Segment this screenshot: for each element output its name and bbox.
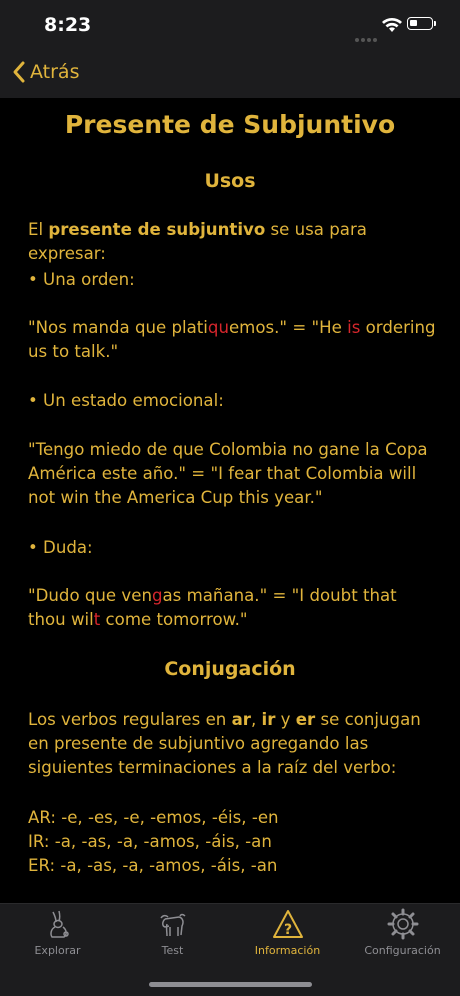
bullet-duda: • Duda:: [28, 538, 93, 557]
example-orden: "Nos manda que platiquemos." = "He is or…: [28, 318, 436, 361]
page-title: Presente de Subjuntivo: [64, 110, 396, 139]
question-triangle-icon: ?: [273, 910, 303, 938]
example-duda: "Dudo que vengas mañana." = "I doubt tha…: [28, 586, 397, 629]
usos-heading: Usos: [204, 170, 256, 192]
status-time: 8:23: [44, 14, 92, 36]
chevron-left-icon: [13, 61, 25, 83]
rabbit-icon: [50, 910, 69, 938]
bullet-orden: • Una orden:: [28, 270, 135, 289]
example-emocional: "Tengo miedo de que Colombia no gane la …: [28, 440, 428, 507]
back-button[interactable]: Atrás: [12, 60, 79, 84]
ar-endings: AR: -e, -es, -e, -emos, -éis, -en: [28, 808, 279, 827]
intro-paragraph: El presente de subjuntivo se usa para ex…: [28, 220, 367, 263]
cellular-signal-icon: [355, 27, 379, 46]
tab-test[interactable]: Test: [115, 904, 230, 964]
navigation-bar: Atrás: [0, 50, 460, 98]
svg-text:?: ?: [284, 922, 292, 938]
home-indicator: [149, 982, 312, 987]
tab-label: Información: [254, 944, 321, 957]
conjugacion-heading: Conjugación: [164, 658, 296, 680]
tab-label: Test: [161, 944, 184, 957]
tab-informacion[interactable]: ? Información: [230, 904, 345, 964]
tab-label: Configuración: [364, 944, 441, 957]
tab-configuracion[interactable]: Configuración: [345, 904, 460, 964]
gear-icon: [387, 908, 419, 940]
back-label: Atrás: [30, 61, 80, 83]
tab-label: Explorar: [34, 944, 81, 957]
bullet-emocional: • Un estado emocional:: [28, 391, 224, 410]
ir-endings: IR: -a, -as, -a, -amos, -áis, -an: [28, 832, 272, 851]
er-endings: ER: -a, -as, -a, -amos, -áis, -an: [28, 856, 278, 875]
intro-bold: presente de subjuntivo: [48, 220, 266, 239]
battery-icon: [407, 17, 433, 30]
battery-tip: [434, 21, 436, 26]
conjugacion-paragraph: Los verbos regulares en ar, ir y er se c…: [28, 710, 421, 777]
info-content[interactable]: Presente de Subjuntivo Usos El presente …: [0, 98, 460, 903]
status-bar: 8:23: [0, 0, 460, 50]
tab-explorar[interactable]: Explorar: [0, 904, 115, 964]
wifi-icon: [382, 18, 402, 32]
bull-icon: [160, 913, 186, 937]
